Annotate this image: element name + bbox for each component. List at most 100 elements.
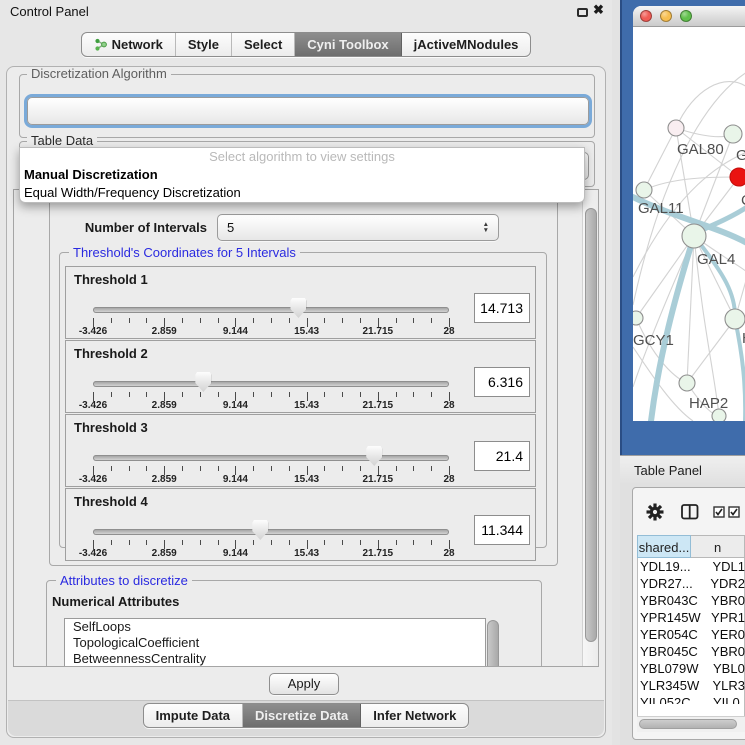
table-row[interactable]: YBL079WYBL0 — [637, 660, 745, 677]
gear-icon[interactable] — [646, 503, 664, 521]
table-row[interactable]: YLR345WYLR3 — [637, 677, 745, 694]
tick-mark — [342, 318, 343, 323]
tick-mark — [324, 466, 325, 471]
slider-track[interactable] — [93, 455, 449, 461]
network-node[interactable] — [668, 120, 684, 136]
table-row[interactable]: YBR045CYBR0 — [637, 643, 745, 660]
network-node[interactable] — [633, 311, 643, 325]
table-row[interactable]: YIL052CYIL0 — [637, 694, 745, 704]
network-window: GAL80GACGAL11GAL4GCY1HHAP2 — [633, 6, 745, 421]
slider-thumb[interactable] — [290, 298, 306, 318]
tick-mark — [146, 466, 147, 471]
algorithm-combo[interactable] — [27, 97, 589, 125]
table-cell: YPR1 — [705, 609, 745, 626]
checkbox-checked-icon[interactable] — [713, 506, 725, 518]
tick-mark — [218, 540, 219, 545]
table-row[interactable]: YBR043CYBR0 — [637, 592, 745, 609]
attributes-group-title: Attributes to discretize — [56, 574, 192, 587]
tick-mark — [431, 392, 432, 397]
tab-impute-data[interactable]: Impute Data — [144, 704, 243, 727]
float-window-icon[interactable] — [577, 8, 588, 17]
attribute-item-topologicalcoefficient[interactable]: TopologicalCoefficient — [65, 635, 485, 651]
tab-select[interactable]: Select — [232, 33, 295, 56]
screen: Control Panel ✖ NetworkStyleSelectCyni T… — [0, 0, 745, 745]
tick-mark — [289, 392, 290, 397]
column-header-name[interactable]: n — [691, 535, 745, 558]
tick-label: 9.144 — [223, 548, 248, 559]
table-row[interactable]: YER054CYER0 — [637, 626, 745, 643]
network-node[interactable] — [724, 125, 742, 143]
attribute-item-selfloops[interactable]: SelfLoops — [65, 619, 485, 635]
tick-mark — [253, 466, 254, 471]
table-cell: YIL052C — [637, 694, 707, 704]
slider-track[interactable] — [93, 381, 449, 387]
tick-mark — [431, 318, 432, 323]
popup-option-equal-width[interactable]: Equal Width/Frequency Discretization — [20, 184, 584, 202]
threshold-value-field[interactable]: 11.344 — [474, 515, 530, 545]
column-header-shared-name[interactable]: shared... — [637, 535, 691, 558]
network-node[interactable] — [682, 224, 706, 248]
popup-hint: Select algorithm to view settings — [20, 148, 584, 166]
num-intervals-value: 5 — [227, 220, 234, 235]
tab-jactivemnodules[interactable]: jActiveMNodules — [402, 33, 531, 56]
node-label: GAL11 — [638, 200, 684, 217]
network-node[interactable] — [725, 309, 745, 329]
tab-infer-network[interactable]: Infer Network — [361, 704, 468, 727]
table-hscrollbar-thumb[interactable] — [639, 719, 737, 729]
tick-mark — [289, 466, 290, 471]
network-icon — [94, 38, 107, 51]
mac-minimize-button[interactable] — [660, 10, 672, 22]
tab-style[interactable]: Style — [176, 33, 232, 56]
tick-mark — [396, 540, 397, 545]
tab-discretize-data[interactable]: Discretize Data — [243, 704, 361, 727]
threshold-value-field[interactable]: 21.4 — [474, 441, 530, 471]
tick-mark — [146, 392, 147, 397]
viewport-scrollbar-thumb[interactable] — [585, 208, 597, 642]
threshold-value-field[interactable]: 14.713 — [474, 293, 530, 323]
threshold-value-field[interactable]: 6.316 — [474, 367, 530, 397]
node-label: GCY1 — [633, 332, 674, 349]
slider-track[interactable] — [93, 529, 449, 535]
slider-thumb[interactable] — [195, 372, 211, 392]
tick-label: 15.43 — [294, 548, 319, 559]
tick-mark — [253, 392, 254, 397]
mac-zoom-button[interactable] — [680, 10, 692, 22]
tick-label: 28 — [443, 548, 454, 559]
slider-thumb[interactable] — [366, 446, 382, 466]
network-node[interactable] — [730, 168, 745, 186]
panel-tabs: NetworkStyleSelectCyni ToolboxjActiveMNo… — [81, 32, 532, 57]
tick-mark — [129, 466, 130, 471]
attribute-item-betweennesscentrality[interactable]: BetweennessCentrality — [65, 651, 485, 667]
table-row[interactable]: YPR145WYPR1 — [637, 609, 745, 626]
tick-label: 15.43 — [294, 400, 319, 411]
network-view-frame: GAL80GACGAL11GAL4GCY1HHAP2 — [620, 0, 745, 456]
network-node[interactable] — [679, 375, 695, 391]
tick-mark — [200, 540, 201, 545]
checkbox-checked-icon[interactable] — [728, 506, 740, 518]
slider-thumb[interactable] — [252, 520, 268, 540]
table-cell: YER054C — [637, 626, 705, 643]
tab-network[interactable]: Network — [82, 33, 176, 56]
table-row[interactable]: YDL19...YDL1 — [637, 558, 745, 575]
slider-track[interactable] — [93, 307, 449, 313]
network-canvas[interactable]: GAL80GACGAL11GAL4GCY1HHAP2 — [633, 27, 745, 421]
num-intervals-combo[interactable]: 5 ▲▼ — [217, 214, 499, 241]
tick-mark — [431, 540, 432, 545]
attribute-list[interactable]: SelfLoopsTopologicalCoefficientBetweenne… — [64, 618, 486, 667]
tick-mark — [413, 540, 414, 545]
tick-mark — [271, 466, 272, 471]
table-cell: YDL1 — [706, 558, 745, 575]
table-row[interactable]: YDR27...YDR2 — [637, 575, 745, 592]
close-icon[interactable]: ✖ — [593, 2, 604, 18]
tick-mark — [271, 392, 272, 397]
columns-icon[interactable] — [681, 504, 699, 520]
tick-mark — [271, 318, 272, 323]
tick-label: -3.426 — [79, 400, 107, 411]
apply-button[interactable]: Apply — [269, 673, 339, 695]
network-node[interactable] — [636, 182, 652, 198]
attribute-list-scrollbar[interactable] — [487, 620, 499, 667]
popup-option-manual[interactable]: Manual Discretization — [20, 166, 584, 184]
mac-close-button[interactable] — [640, 10, 652, 22]
tick-mark — [289, 540, 290, 545]
tab-cyni-toolbox[interactable]: Cyni Toolbox — [295, 33, 401, 56]
